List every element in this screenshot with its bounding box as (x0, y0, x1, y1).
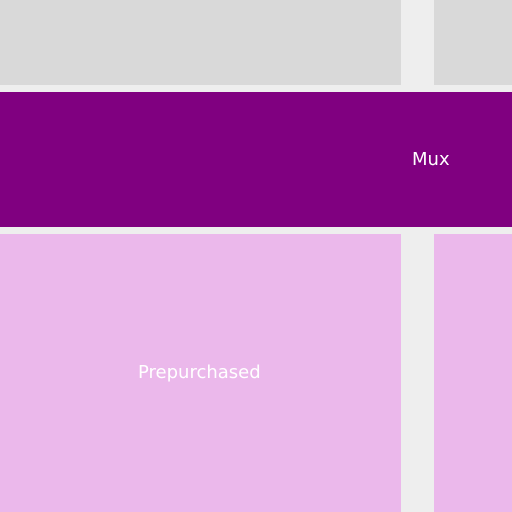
right-pink-block (434, 234, 512, 512)
top-left-gray-block (0, 0, 401, 85)
mux-band[interactable]: Mux (0, 92, 512, 227)
prepurchased-block[interactable]: Prepurchased (0, 234, 401, 512)
mux-label: Mux (412, 149, 450, 170)
prepurchased-label: Prepurchased (138, 362, 261, 383)
top-right-gray-block (434, 0, 512, 85)
